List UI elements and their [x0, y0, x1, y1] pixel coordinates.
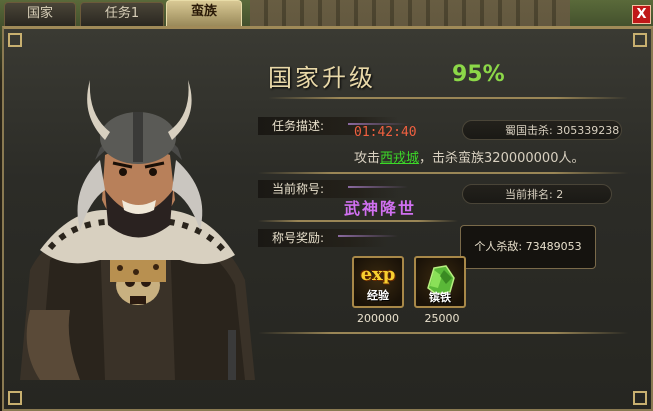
kills-value: 305339238 — [556, 124, 620, 137]
reward-iron[interactable]: 镔铁 — [414, 256, 466, 308]
rank-pill: 当前排名: 2 — [462, 184, 612, 204]
task-desc-suffix: ，击杀蛮族320000000人。 — [419, 151, 585, 166]
divider — [268, 97, 628, 99]
task-desc-prefix: 攻击 — [354, 151, 381, 166]
task-timer: 01:42:40 — [354, 125, 417, 140]
kills-pill: 蜀国击杀: 305339238 — [462, 120, 622, 140]
kills-label: 蜀国击杀: — [505, 124, 553, 137]
reward-iron-name: 镔铁 — [429, 291, 451, 304]
progress-percent: 95% — [452, 62, 505, 87]
task-description: 攻击西戎城，击杀蛮族320000000人。 — [354, 147, 584, 166]
barbarian-portrait — [20, 80, 255, 380]
close-button[interactable]: X — [632, 5, 651, 24]
divider — [258, 332, 628, 334]
corner-ornament — [633, 391, 647, 405]
reward-section-label: 称号奖励: — [258, 229, 398, 247]
corner-ornament — [8, 33, 22, 47]
tab-barbarians[interactable]: 蛮族 — [166, 0, 242, 26]
rank-value: 2 — [556, 188, 564, 201]
exp-icon: exp — [360, 264, 396, 285]
tab-task-1[interactable]: 任务1 — [80, 2, 164, 26]
reward-exp-value: 200000 — [357, 312, 399, 325]
target-city-link[interactable]: 西戎城 — [380, 151, 419, 166]
rank-label: 当前排名: — [505, 188, 553, 201]
personal-kills-tooltip: 个人杀敌: 73489053 — [460, 225, 596, 269]
current-title: 武神降世 — [344, 199, 417, 218]
tab-bar: 国家 任务1 蛮族 — [0, 0, 653, 26]
divider — [258, 172, 628, 174]
corner-ornament — [633, 33, 647, 47]
reward-iron-value: 25000 — [424, 312, 460, 325]
corner-ornament — [8, 391, 22, 405]
reward-exp[interactable]: exp 经验 — [352, 256, 404, 308]
tab-country[interactable]: 国家 — [4, 2, 76, 26]
page-title: 国家升级 — [268, 64, 376, 92]
divider — [258, 220, 458, 222]
reward-exp-name: 经验 — [367, 289, 389, 302]
